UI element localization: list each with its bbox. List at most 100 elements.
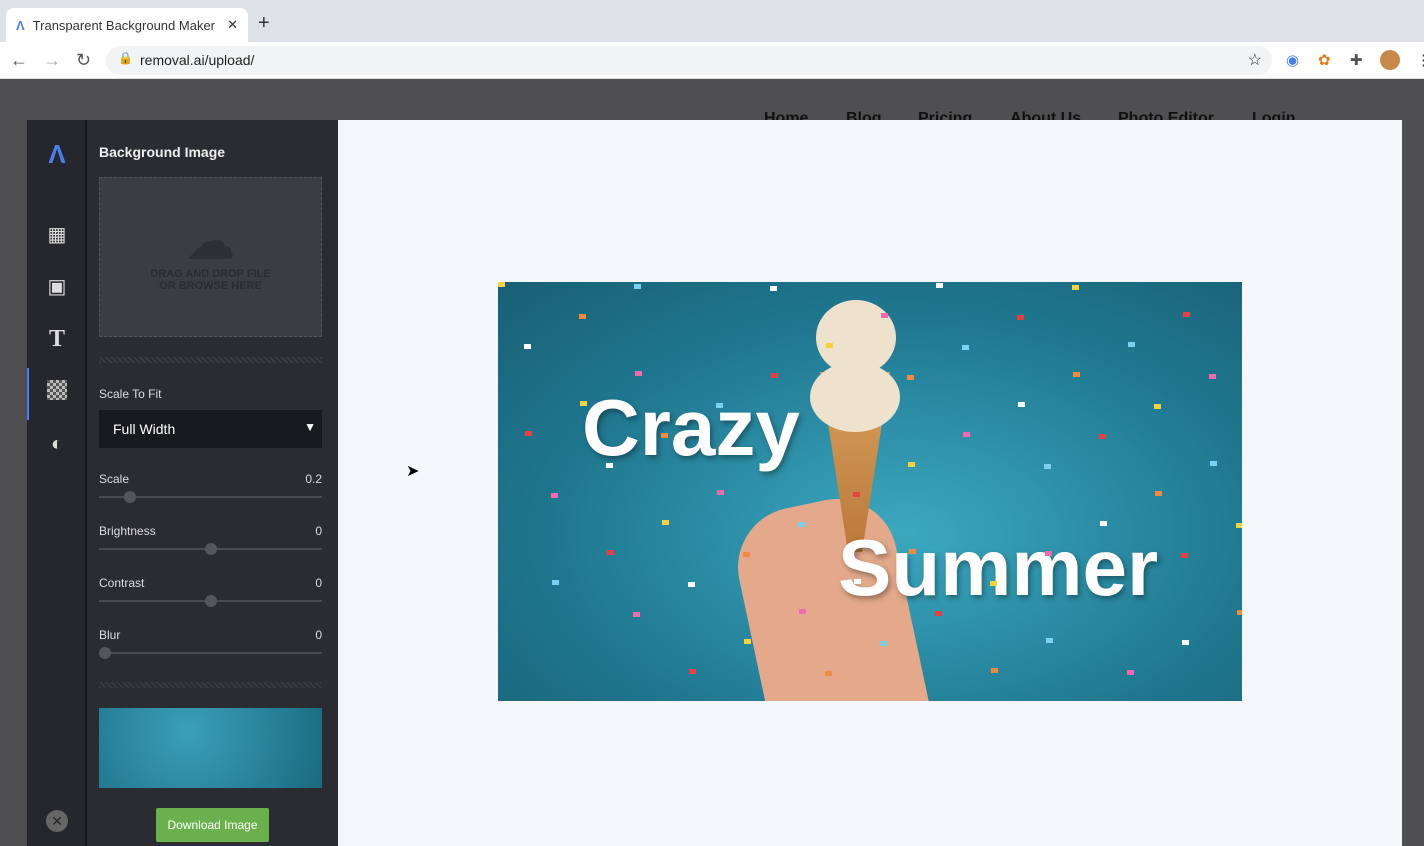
confetti bbox=[635, 371, 642, 376]
site-logo-icon: Λ bbox=[16, 17, 25, 33]
confetti bbox=[1018, 402, 1025, 407]
bookmark-star-icon[interactable]: ☆ bbox=[1248, 50, 1262, 70]
layout-icon[interactable]: ▦ bbox=[45, 223, 69, 247]
forward-icon[interactable]: → bbox=[43, 50, 61, 71]
tool-rail: Λ ▦ ▣ T ◐ ✕ bbox=[27, 120, 87, 846]
confetti bbox=[661, 433, 668, 438]
new-tab-button[interactable]: + bbox=[258, 12, 270, 35]
confetti bbox=[1236, 523, 1242, 528]
dropzone-text: DRAG AND DROP FILE bbox=[150, 268, 271, 280]
slider-label: Contrast bbox=[99, 576, 145, 590]
slider-label: Scale bbox=[99, 472, 130, 486]
slider-track[interactable] bbox=[99, 595, 322, 607]
confetti bbox=[798, 522, 805, 527]
confetti bbox=[1046, 638, 1053, 643]
close-icon[interactable]: ✕ bbox=[46, 810, 68, 832]
confetti bbox=[1210, 461, 1217, 466]
confetti bbox=[1073, 372, 1080, 377]
confetti bbox=[717, 490, 724, 495]
confetti bbox=[1182, 640, 1189, 645]
confetti bbox=[853, 492, 860, 497]
confetti bbox=[881, 313, 888, 318]
confetti bbox=[525, 431, 532, 436]
url-input[interactable]: 🔒 removal.ai/upload/ ☆ bbox=[106, 46, 1272, 75]
slider-label: Brightness bbox=[99, 524, 156, 538]
confetti bbox=[633, 612, 640, 617]
confetti bbox=[524, 344, 531, 349]
confetti bbox=[771, 373, 778, 378]
profile-avatar[interactable] bbox=[1380, 50, 1400, 70]
scoop-shape bbox=[816, 300, 896, 375]
confetti bbox=[963, 432, 970, 437]
slider-track[interactable] bbox=[99, 647, 322, 659]
divider bbox=[99, 357, 322, 363]
confetti bbox=[1072, 285, 1079, 290]
confetti bbox=[580, 401, 587, 406]
slider-track[interactable] bbox=[99, 543, 322, 555]
background-thumbnail[interactable] bbox=[99, 708, 322, 788]
back-icon[interactable]: ← bbox=[10, 50, 28, 71]
app-logo-icon: Λ bbox=[48, 139, 66, 169]
text-crazy[interactable]: Crazy bbox=[582, 382, 800, 474]
confetti bbox=[634, 284, 641, 289]
contrast-icon[interactable]: ◐ bbox=[45, 432, 69, 456]
scale-to-fit-select[interactable]: Full Width ▼ bbox=[99, 410, 322, 448]
download-image-button[interactable]: Download Image bbox=[156, 808, 269, 842]
image-icon[interactable]: ▣ bbox=[45, 275, 69, 299]
confetti bbox=[1181, 553, 1188, 558]
confetti bbox=[579, 314, 586, 319]
slider-thumb[interactable] bbox=[204, 595, 217, 607]
extensions-puzzle-icon[interactable]: ✚ bbox=[1350, 51, 1363, 69]
menu-icon[interactable]: ⋮ bbox=[1416, 51, 1424, 69]
reload-icon[interactable]: ↻ bbox=[76, 50, 91, 71]
slider-track[interactable] bbox=[99, 491, 322, 503]
text-icon[interactable]: T bbox=[45, 327, 69, 351]
close-tab-icon[interactable]: ✕ bbox=[227, 17, 238, 33]
confetti bbox=[688, 582, 695, 587]
slider-thumb[interactable] bbox=[124, 491, 137, 503]
confetti bbox=[743, 552, 750, 557]
confetti bbox=[1099, 434, 1106, 439]
chevron-down-icon: ▼ bbox=[304, 420, 316, 434]
confetti bbox=[1154, 404, 1161, 409]
cloud-upload-icon: ☁ bbox=[186, 216, 235, 269]
transparency-icon[interactable] bbox=[47, 380, 67, 400]
confetti bbox=[990, 581, 997, 586]
confetti bbox=[880, 641, 887, 646]
tab-title: Transparent Background Maker bbox=[32, 17, 216, 33]
confetti bbox=[1100, 521, 1107, 526]
extension-icon[interactable]: ◉ bbox=[1286, 51, 1299, 69]
confetti bbox=[1045, 551, 1052, 556]
browser-tab[interactable]: Λ Transparent Background Maker ✕ bbox=[6, 8, 248, 42]
slider-thumb[interactable] bbox=[99, 647, 111, 659]
slider-value: 0 bbox=[315, 576, 322, 590]
confetti bbox=[1155, 491, 1162, 496]
confetti bbox=[662, 520, 669, 525]
scale-to-fit-label: Scale To Fit bbox=[99, 387, 162, 401]
confetti bbox=[799, 609, 806, 614]
slider-value: 0.2 bbox=[305, 472, 322, 486]
confetti bbox=[606, 463, 613, 468]
background-panel: Background Image ☁ DRAG AND DROP FILE OR… bbox=[87, 120, 397, 846]
select-value: Full Width bbox=[113, 421, 176, 437]
confetti bbox=[962, 345, 969, 350]
confetti bbox=[552, 580, 559, 585]
mouse-cursor-icon: ➤ bbox=[406, 463, 420, 480]
confetti bbox=[1017, 315, 1024, 320]
editor-canvas: Crazy Summer bbox=[338, 120, 1402, 846]
active-indicator bbox=[27, 368, 29, 420]
slider-value: 0 bbox=[315, 628, 322, 642]
slider-label: Blur bbox=[99, 628, 121, 642]
confetti bbox=[1127, 670, 1134, 675]
confetti bbox=[826, 343, 833, 348]
extension-icon[interactable]: ✿ bbox=[1318, 51, 1331, 69]
confetti bbox=[716, 403, 723, 408]
confetti bbox=[1183, 312, 1190, 317]
slider-thumb[interactable] bbox=[204, 543, 217, 555]
panel-title: Background Image bbox=[99, 144, 226, 160]
editor-modal: Λ ▦ ▣ T ◐ ✕ Background Image ☁ DRAG AND … bbox=[27, 120, 1402, 846]
confetti bbox=[1128, 342, 1135, 347]
text-summer[interactable]: Summer bbox=[838, 522, 1158, 614]
dropzone[interactable]: ☁ DRAG AND DROP FILE OR BROWSE HERE bbox=[99, 177, 322, 337]
lock-icon: 🔒 bbox=[118, 51, 133, 65]
